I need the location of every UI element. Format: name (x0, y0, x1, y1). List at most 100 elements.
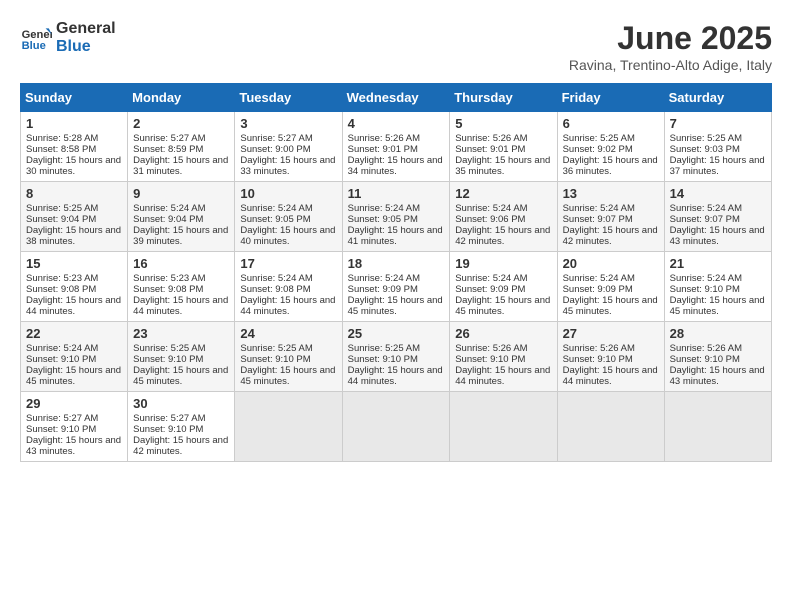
daylight-label: Daylight: 15 hours and 35 minutes. (455, 155, 550, 177)
weekday-header: Sunday (21, 84, 128, 112)
sunset-label: Sunset: 9:07 PM (563, 214, 633, 225)
sunset-label: Sunset: 9:01 PM (348, 144, 418, 155)
sunset-label: Sunset: 9:00 PM (240, 144, 310, 155)
weekday-header: Monday (128, 84, 235, 112)
sunset-label: Sunset: 9:05 PM (348, 214, 418, 225)
calendar-day-cell: 21 Sunrise: 5:24 AM Sunset: 9:10 PM Dayl… (664, 252, 771, 322)
weekday-header: Friday (557, 84, 664, 112)
daylight-label: Daylight: 15 hours and 40 minutes. (240, 225, 335, 247)
day-number: 15 (26, 256, 122, 271)
sunset-label: Sunset: 9:10 PM (670, 354, 740, 365)
day-number: 7 (670, 116, 766, 131)
calendar-day-cell (664, 392, 771, 462)
daylight-label: Daylight: 15 hours and 34 minutes. (348, 155, 443, 177)
day-number: 13 (563, 186, 659, 201)
sunset-label: Sunset: 9:08 PM (240, 284, 310, 295)
daylight-label: Daylight: 15 hours and 45 minutes. (563, 295, 658, 317)
sunrise-label: Sunrise: 5:25 AM (670, 133, 742, 144)
weekday-header-row: SundayMondayTuesdayWednesdayThursdayFrid… (21, 84, 772, 112)
sunrise-label: Sunrise: 5:25 AM (348, 343, 420, 354)
day-number: 6 (563, 116, 659, 131)
daylight-label: Daylight: 15 hours and 30 minutes. (26, 155, 121, 177)
day-number: 30 (133, 396, 229, 411)
day-number: 23 (133, 326, 229, 341)
sunset-label: Sunset: 9:09 PM (348, 284, 418, 295)
calendar-day-cell (557, 392, 664, 462)
weekday-header: Saturday (664, 84, 771, 112)
daylight-label: Daylight: 15 hours and 39 minutes. (133, 225, 228, 247)
sunset-label: Sunset: 9:10 PM (670, 284, 740, 295)
day-number: 14 (670, 186, 766, 201)
calendar-week-row: 15 Sunrise: 5:23 AM Sunset: 9:08 PM Dayl… (21, 252, 772, 322)
sunrise-label: Sunrise: 5:23 AM (26, 273, 98, 284)
calendar-day-cell: 16 Sunrise: 5:23 AM Sunset: 9:08 PM Dayl… (128, 252, 235, 322)
sunset-label: Sunset: 9:06 PM (455, 214, 525, 225)
sunset-label: Sunset: 8:59 PM (133, 144, 203, 155)
sunrise-label: Sunrise: 5:27 AM (133, 133, 205, 144)
sunrise-label: Sunrise: 5:24 AM (133, 203, 205, 214)
sunrise-label: Sunrise: 5:25 AM (563, 133, 635, 144)
day-number: 26 (455, 326, 551, 341)
sunrise-label: Sunrise: 5:24 AM (563, 203, 635, 214)
daylight-label: Daylight: 15 hours and 38 minutes. (26, 225, 121, 247)
calendar-week-row: 22 Sunrise: 5:24 AM Sunset: 9:10 PM Dayl… (21, 322, 772, 392)
calendar-day-cell (450, 392, 557, 462)
sunset-label: Sunset: 9:10 PM (26, 424, 96, 435)
daylight-label: Daylight: 15 hours and 44 minutes. (455, 365, 550, 387)
calendar-day-cell: 22 Sunrise: 5:24 AM Sunset: 9:10 PM Dayl… (21, 322, 128, 392)
calendar-day-cell: 18 Sunrise: 5:24 AM Sunset: 9:09 PM Dayl… (342, 252, 450, 322)
sunrise-label: Sunrise: 5:27 AM (26, 413, 98, 424)
calendar-day-cell: 15 Sunrise: 5:23 AM Sunset: 9:08 PM Dayl… (21, 252, 128, 322)
day-number: 8 (26, 186, 122, 201)
calendar-day-cell (342, 392, 450, 462)
calendar-table: SundayMondayTuesdayWednesdayThursdayFrid… (20, 83, 772, 462)
weekday-header: Thursday (450, 84, 557, 112)
sunrise-label: Sunrise: 5:25 AM (133, 343, 205, 354)
sunset-label: Sunset: 9:05 PM (240, 214, 310, 225)
sunset-label: Sunset: 9:02 PM (563, 144, 633, 155)
daylight-label: Daylight: 15 hours and 43 minutes. (670, 365, 765, 387)
sunrise-label: Sunrise: 5:24 AM (240, 273, 312, 284)
sunset-label: Sunset: 9:08 PM (133, 284, 203, 295)
sunrise-label: Sunrise: 5:24 AM (348, 273, 420, 284)
sunrise-label: Sunrise: 5:24 AM (563, 273, 635, 284)
calendar-day-cell: 8 Sunrise: 5:25 AM Sunset: 9:04 PM Dayli… (21, 182, 128, 252)
calendar-day-cell: 7 Sunrise: 5:25 AM Sunset: 9:03 PM Dayli… (664, 112, 771, 182)
daylight-label: Daylight: 15 hours and 41 minutes. (348, 225, 443, 247)
calendar-day-cell (235, 392, 342, 462)
logo-icon: General Blue (20, 22, 52, 54)
daylight-label: Daylight: 15 hours and 42 minutes. (133, 435, 228, 457)
daylight-label: Daylight: 15 hours and 45 minutes. (348, 295, 443, 317)
calendar-day-cell: 4 Sunrise: 5:26 AM Sunset: 9:01 PM Dayli… (342, 112, 450, 182)
daylight-label: Daylight: 15 hours and 31 minutes. (133, 155, 228, 177)
calendar-day-cell: 27 Sunrise: 5:26 AM Sunset: 9:10 PM Dayl… (557, 322, 664, 392)
daylight-label: Daylight: 15 hours and 42 minutes. (563, 225, 658, 247)
daylight-label: Daylight: 15 hours and 45 minutes. (670, 295, 765, 317)
daylight-label: Daylight: 15 hours and 45 minutes. (240, 365, 335, 387)
day-number: 18 (348, 256, 445, 271)
sunset-label: Sunset: 8:58 PM (26, 144, 96, 155)
daylight-label: Daylight: 15 hours and 44 minutes. (563, 365, 658, 387)
calendar-day-cell: 9 Sunrise: 5:24 AM Sunset: 9:04 PM Dayli… (128, 182, 235, 252)
weekday-header: Tuesday (235, 84, 342, 112)
sunrise-label: Sunrise: 5:25 AM (26, 203, 98, 214)
weekday-header: Wednesday (342, 84, 450, 112)
sunset-label: Sunset: 9:08 PM (26, 284, 96, 295)
sunrise-label: Sunrise: 5:23 AM (133, 273, 205, 284)
calendar-day-cell: 12 Sunrise: 5:24 AM Sunset: 9:06 PM Dayl… (450, 182, 557, 252)
daylight-label: Daylight: 15 hours and 33 minutes. (240, 155, 335, 177)
calendar-day-cell: 14 Sunrise: 5:24 AM Sunset: 9:07 PM Dayl… (664, 182, 771, 252)
sunset-label: Sunset: 9:09 PM (455, 284, 525, 295)
calendar-day-cell: 24 Sunrise: 5:25 AM Sunset: 9:10 PM Dayl… (235, 322, 342, 392)
calendar-week-row: 1 Sunrise: 5:28 AM Sunset: 8:58 PM Dayli… (21, 112, 772, 182)
day-number: 24 (240, 326, 336, 341)
sunrise-label: Sunrise: 5:24 AM (670, 203, 742, 214)
calendar-day-cell: 1 Sunrise: 5:28 AM Sunset: 8:58 PM Dayli… (21, 112, 128, 182)
sunrise-label: Sunrise: 5:25 AM (240, 343, 312, 354)
sunrise-label: Sunrise: 5:24 AM (455, 203, 527, 214)
daylight-label: Daylight: 15 hours and 43 minutes. (26, 435, 121, 457)
sunset-label: Sunset: 9:10 PM (455, 354, 525, 365)
sunrise-label: Sunrise: 5:26 AM (455, 343, 527, 354)
daylight-label: Daylight: 15 hours and 45 minutes. (26, 365, 121, 387)
sunrise-label: Sunrise: 5:26 AM (670, 343, 742, 354)
